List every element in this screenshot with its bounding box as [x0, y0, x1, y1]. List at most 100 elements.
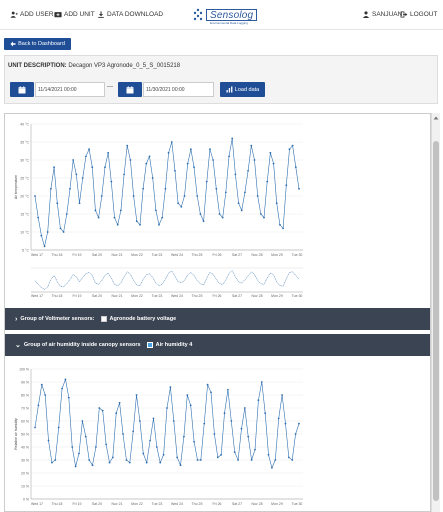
data-point[interactable]: [132, 195, 135, 197]
data-point[interactable]: [98, 407, 101, 409]
data-point[interactable]: [94, 209, 97, 212]
data-point[interactable]: [237, 459, 239, 461]
data-point[interactable]: [62, 231, 65, 233]
data-point[interactable]: [212, 159, 215, 161]
data-point[interactable]: [110, 180, 113, 183]
data-point[interactable]: [81, 177, 84, 179]
data-point[interactable]: [176, 456, 179, 459]
data-point[interactable]: [240, 427, 243, 430]
data-point[interactable]: [256, 195, 259, 197]
data-point[interactable]: [189, 404, 192, 407]
data-point[interactable]: [111, 456, 114, 459]
data-point[interactable]: [47, 439, 50, 442]
data-point[interactable]: [56, 202, 59, 205]
data-point[interactable]: [84, 435, 87, 438]
data-point[interactable]: [228, 155, 230, 158]
data-point[interactable]: [291, 459, 294, 461]
data-point[interactable]: [40, 383, 43, 386]
data-point[interactable]: [44, 394, 47, 396]
data-point[interactable]: [234, 173, 237, 176]
data-point[interactable]: [287, 456, 290, 459]
data-point[interactable]: [139, 223, 141, 226]
data-point[interactable]: [81, 420, 84, 422]
data-point[interactable]: [135, 394, 138, 396]
data-point[interactable]: [100, 195, 103, 197]
air-humidity-checkbox[interactable]: [146, 342, 153, 348]
load-data-button[interactable]: Load data: [220, 82, 265, 97]
data-point[interactable]: [186, 394, 189, 396]
data-point[interactable]: [158, 223, 160, 226]
data-point[interactable]: [101, 409, 104, 412]
air-temperature-chart[interactable]: 5 °C 10 °C 15 °C 20 °C 25 °C 30 °C 35 °C 40 °C A…: [7, 118, 307, 303]
user-menu[interactable]: SANJUAN: [362, 11, 402, 18]
data-point[interactable]: [155, 446, 158, 448]
data-point[interactable]: [247, 435, 250, 438]
data-point[interactable]: [88, 148, 90, 151]
content-scrollbar[interactable]: [431, 113, 440, 512]
data-point[interactable]: [40, 234, 43, 237]
data-point[interactable]: [116, 223, 119, 226]
data-point[interactable]: [61, 387, 63, 390]
air-humidity-group-header[interactable]: ⌄ Group of air humidity inside canopy se…: [5, 334, 430, 356]
data-point[interactable]: [202, 220, 205, 223]
data-point[interactable]: [174, 169, 176, 172]
data-point[interactable]: [186, 162, 189, 165]
data-point[interactable]: [69, 187, 71, 190]
data-point[interactable]: [67, 396, 70, 399]
data-point[interactable]: [145, 461, 148, 464]
data-point[interactable]: [95, 446, 97, 448]
data-point[interactable]: [54, 459, 57, 461]
data-point[interactable]: [51, 461, 53, 464]
data-point[interactable]: [257, 399, 260, 402]
data-point[interactable]: [64, 378, 67, 381]
data-point[interactable]: [247, 169, 250, 172]
data-point[interactable]: [199, 213, 202, 215]
data-point[interactable]: [205, 180, 208, 183]
data-point[interactable]: [282, 227, 284, 230]
add-user-link[interactable]: ADD USER: [10, 11, 54, 18]
data-point[interactable]: [220, 453, 223, 456]
data-point[interactable]: [213, 433, 216, 435]
data-point[interactable]: [254, 448, 256, 451]
data-point[interactable]: [271, 466, 273, 469]
data-point[interactable]: [244, 191, 246, 194]
data-point[interactable]: [149, 439, 151, 442]
data-point[interactable]: [260, 381, 263, 383]
data-point[interactable]: [119, 209, 122, 212]
data-point[interactable]: [34, 426, 36, 429]
data-point[interactable]: [159, 461, 162, 464]
data-point[interactable]: [230, 420, 233, 422]
data-point[interactable]: [148, 155, 151, 158]
data-point[interactable]: [250, 144, 253, 147]
data-point[interactable]: [97, 216, 100, 219]
data-point[interactable]: [233, 451, 236, 454]
data-point[interactable]: [183, 435, 185, 438]
data-point[interactable]: [215, 187, 218, 190]
data-point[interactable]: [196, 195, 199, 197]
data-point[interactable]: [243, 407, 246, 409]
data-point[interactable]: [115, 412, 118, 415]
battery-voltage-checkbox[interactable]: [100, 316, 107, 322]
data-point[interactable]: [108, 461, 111, 464]
data-point[interactable]: [91, 166, 94, 169]
data-point[interactable]: [223, 412, 226, 415]
data-point[interactable]: [285, 184, 288, 187]
data-point[interactable]: [196, 459, 199, 461]
data-point[interactable]: [145, 162, 148, 165]
back-to-dashboard-button[interactable]: Back to Dashboard: [4, 38, 71, 50]
start-date-calendar-button[interactable]: [10, 82, 34, 97]
data-point[interactable]: [126, 144, 129, 147]
data-point[interactable]: [231, 137, 234, 140]
data-point[interactable]: [224, 191, 227, 194]
data-point[interactable]: [272, 162, 275, 165]
data-point[interactable]: [164, 187, 167, 190]
data-point[interactable]: [166, 407, 168, 409]
data-point[interactable]: [193, 440, 195, 443]
data-point[interactable]: [105, 443, 107, 446]
data-point[interactable]: [279, 223, 281, 226]
data-point[interactable]: [34, 195, 36, 197]
data-point[interactable]: [177, 202, 180, 205]
data-point[interactable]: [74, 465, 77, 468]
data-point[interactable]: [266, 180, 269, 183]
data-point[interactable]: [253, 159, 256, 161]
